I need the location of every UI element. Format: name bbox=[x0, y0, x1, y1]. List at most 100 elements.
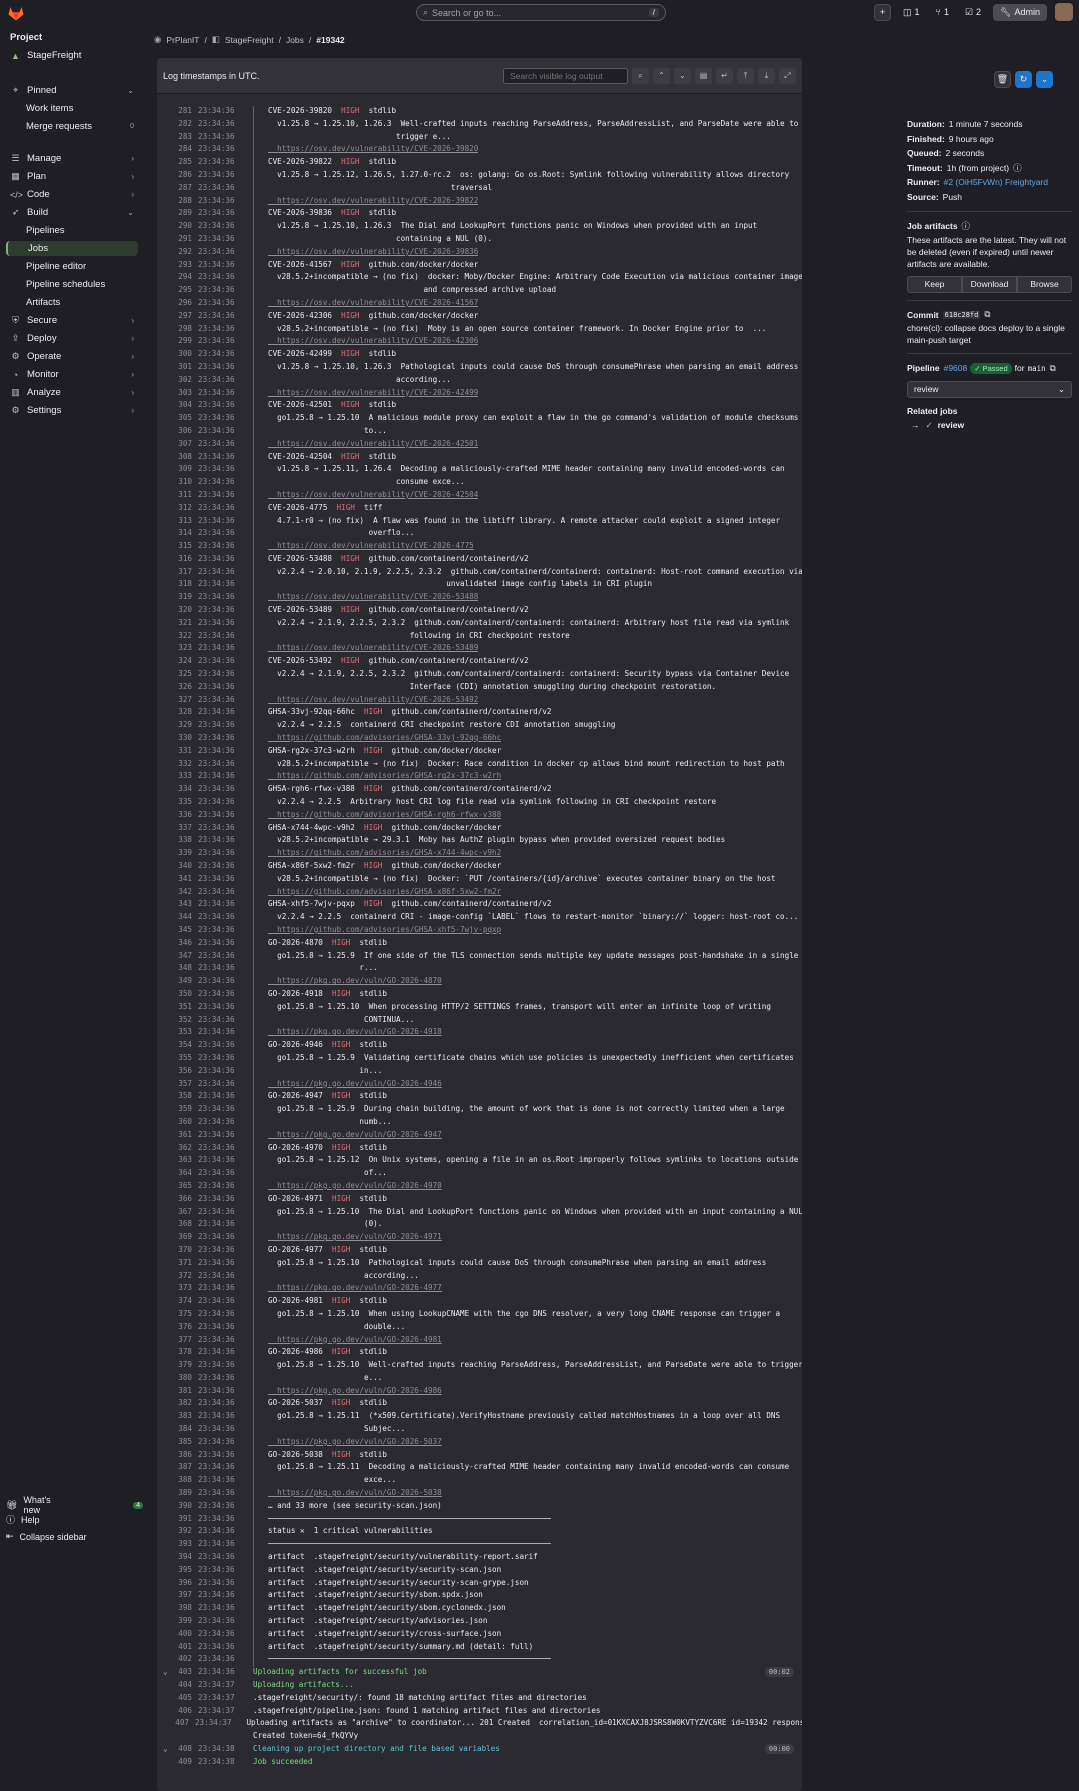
log-line-number[interactable]: 302 bbox=[157, 375, 195, 388]
log-line-number[interactable]: 324 bbox=[157, 656, 195, 669]
log-line-number[interactable]: 292 bbox=[157, 247, 195, 260]
log-line-number[interactable]: 397 bbox=[157, 1590, 195, 1603]
commit-message[interactable]: chore(ci): collapse docs deploy to a sin… bbox=[907, 322, 1072, 346]
log-line-number[interactable]: 386 bbox=[157, 1450, 195, 1463]
search-bar[interactable]: ⌕ Search or go to... / bbox=[416, 4, 666, 21]
log-line-number[interactable]: 335 bbox=[157, 797, 195, 810]
log-line-number[interactable]: 312 bbox=[157, 503, 195, 516]
erase-log-button[interactable]: 🗑︎ bbox=[994, 71, 1011, 88]
log-line-number[interactable]: 303 bbox=[157, 388, 195, 401]
log-line-number[interactable]: 331 bbox=[157, 746, 195, 759]
log-line-number[interactable]: 401 bbox=[157, 1642, 195, 1655]
log-line-number[interactable]: 337 bbox=[157, 823, 195, 836]
log-line-number[interactable]: 350 bbox=[157, 989, 195, 1002]
log-line-number[interactable]: 357 bbox=[157, 1079, 195, 1092]
log-line-number[interactable]: 333 bbox=[157, 771, 195, 784]
log-line-number[interactable] bbox=[157, 1731, 195, 1744]
log-line-number[interactable]: 381 bbox=[157, 1386, 195, 1399]
log-line-number[interactable]: 361 bbox=[157, 1130, 195, 1143]
log-line-number[interactable]: 301 bbox=[157, 362, 195, 375]
log-line-number[interactable]: 374 bbox=[157, 1296, 195, 1309]
sidebar-item-manage[interactable]: ☰ Manage › bbox=[6, 151, 138, 166]
log-line-number[interactable]: 387 bbox=[157, 1462, 195, 1475]
log-line-number[interactable]: 329 bbox=[157, 720, 195, 733]
fullscreen-button[interactable]: ⤢ bbox=[779, 67, 796, 84]
log-line-number[interactable]: 391 bbox=[157, 1514, 195, 1527]
gitlab-logo-icon[interactable] bbox=[7, 4, 25, 22]
sidebar-item-plan[interactable]: ▦ Plan › bbox=[6, 169, 138, 184]
log-line-number[interactable]: 325 bbox=[157, 669, 195, 682]
log-line-number[interactable]: 321 bbox=[157, 618, 195, 631]
log-line-number[interactable]: 291 bbox=[157, 234, 195, 247]
log-line-number[interactable]: 356 bbox=[157, 1066, 195, 1079]
log-line-number[interactable]: 330 bbox=[157, 733, 195, 746]
sidebar-item-settings[interactable]: ⚙ Settings › bbox=[6, 403, 138, 418]
log-line-number[interactable]: 407 bbox=[157, 1718, 192, 1731]
log-line-number[interactable]: 388 bbox=[157, 1475, 195, 1488]
log-line-number[interactable]: 327 bbox=[157, 695, 195, 708]
log-line-number[interactable]: 394 bbox=[157, 1552, 195, 1565]
log-line-number[interactable]: 282 bbox=[157, 119, 195, 132]
log-line-number[interactable]: 326 bbox=[157, 682, 195, 695]
stage-select[interactable]: review ⌄ bbox=[907, 380, 1072, 398]
related-job-item[interactable]: → ✓ review bbox=[907, 418, 1072, 433]
log-line-number[interactable]: 383 bbox=[157, 1411, 195, 1424]
log-line-number[interactable]: 395 bbox=[157, 1565, 195, 1578]
log-line-number[interactable]: 378 bbox=[157, 1347, 195, 1360]
log-line-number[interactable]: 342 bbox=[157, 887, 195, 900]
log-line-number[interactable]: 338 bbox=[157, 835, 195, 848]
log-line-number[interactable]: 339 bbox=[157, 848, 195, 861]
log-line-number[interactable]: 344 bbox=[157, 912, 195, 925]
log-search-input[interactable] bbox=[503, 67, 628, 84]
log-line-number[interactable]: 404 bbox=[157, 1680, 195, 1693]
log-line-number[interactable]: 345 bbox=[157, 925, 195, 938]
log-line-number[interactable]: 281 bbox=[157, 106, 195, 119]
log-line-number[interactable]: 364 bbox=[157, 1168, 195, 1181]
log-line-number[interactable]: 319 bbox=[157, 592, 195, 605]
log-line-number[interactable]: 334 bbox=[157, 784, 195, 797]
log-line-number[interactable]: 308 bbox=[157, 452, 195, 465]
breadcrumb-project[interactable]: StageFreight bbox=[225, 35, 274, 45]
sidebar-item-analyze[interactable]: ▥ Analyze › bbox=[6, 385, 138, 400]
log-line-number[interactable]: 399 bbox=[157, 1616, 195, 1629]
pipeline-status-badge[interactable]: ✓ Passed bbox=[970, 362, 1012, 374]
log-line-number[interactable]: 343 bbox=[157, 899, 195, 912]
log-line-number[interactable]: 368 bbox=[157, 1219, 195, 1232]
copy-icon[interactable]: ⧉ bbox=[1050, 363, 1056, 374]
log-line-number[interactable]: 323 bbox=[157, 643, 195, 656]
raw-log-button[interactable]: ▤ bbox=[695, 67, 712, 84]
sidebar-item-pipelines[interactable]: Pipelines bbox=[6, 223, 138, 238]
log-line-number[interactable]: 396 bbox=[157, 1578, 195, 1591]
scroll-bottom-button[interactable]: ⤓ bbox=[758, 67, 775, 84]
copy-icon[interactable]: ⧉ bbox=[984, 309, 990, 320]
log-line-number[interactable]: 380 bbox=[157, 1373, 195, 1386]
sidebar-item-pinned[interactable]: ⌖ Pinned ⌄ bbox=[6, 83, 138, 98]
pipeline-ref[interactable]: main bbox=[1028, 364, 1046, 373]
log-line-number[interactable]: 284 bbox=[157, 144, 195, 157]
sidebar-item-operate[interactable]: ⚙ Operate › bbox=[6, 349, 138, 364]
sidebar-item-deploy[interactable]: ⇪ Deploy › bbox=[6, 331, 138, 346]
help-icon[interactable]: ⓘ bbox=[962, 220, 971, 232]
log-line-number[interactable]: 309 bbox=[157, 464, 195, 477]
log-line-number[interactable]: 311 bbox=[157, 490, 195, 503]
sidebar-item-work-items[interactable]: Work items bbox=[6, 101, 138, 116]
log-line-number[interactable]: 283 bbox=[157, 132, 195, 145]
log-line-number[interactable]: 352 bbox=[157, 1015, 195, 1028]
breadcrumb-job-id[interactable]: #19342 bbox=[316, 35, 344, 45]
log-line-number[interactable]: 405 bbox=[157, 1693, 195, 1706]
log-line-number[interactable]: 400 bbox=[157, 1629, 195, 1642]
log-line-number[interactable]: 354 bbox=[157, 1040, 195, 1053]
log-line-number[interactable]: 377 bbox=[157, 1335, 195, 1348]
log-line-number[interactable]: 304 bbox=[157, 400, 195, 413]
log-line-number[interactable]: 310 bbox=[157, 477, 195, 490]
log-line-number[interactable]: 346 bbox=[157, 938, 195, 951]
log-line-number[interactable]: 285 bbox=[157, 157, 195, 170]
log-line-number[interactable]: 370 bbox=[157, 1245, 195, 1258]
log-line-number[interactable]: 363 bbox=[157, 1155, 195, 1168]
log-line-number[interactable]: 336 bbox=[157, 810, 195, 823]
log-line-number[interactable]: 341 bbox=[157, 874, 195, 887]
wrap-lines-button[interactable]: ↵ bbox=[716, 67, 733, 84]
log-line-number[interactable]: 384 bbox=[157, 1424, 195, 1437]
log-line-number[interactable]: 367 bbox=[157, 1207, 195, 1220]
sidebar-item-pipeline-editor[interactable]: Pipeline editor bbox=[6, 259, 138, 274]
